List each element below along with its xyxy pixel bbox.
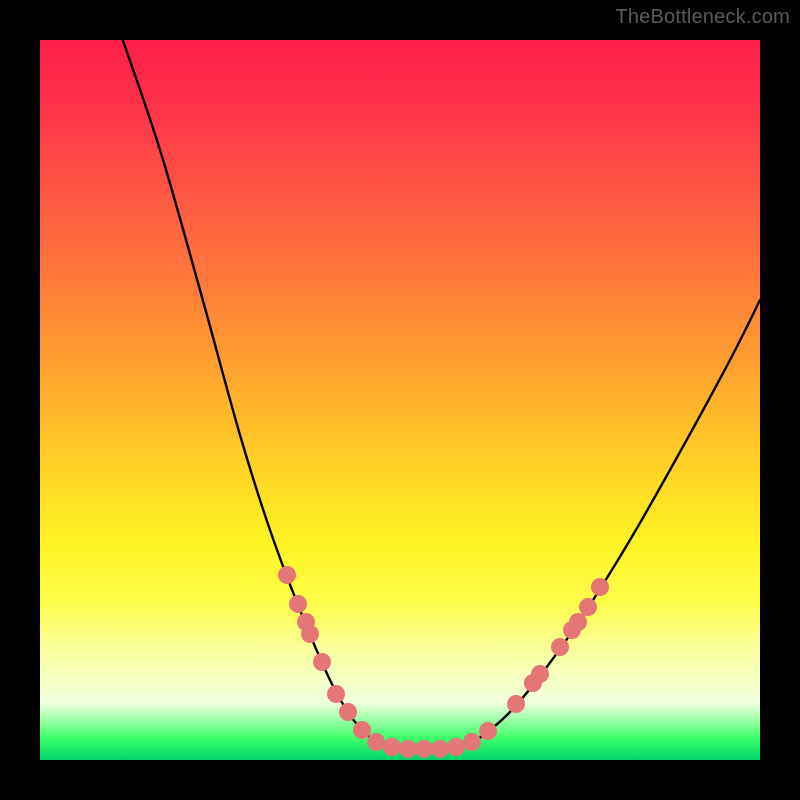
- data-point: [383, 738, 401, 756]
- data-point: [399, 740, 417, 758]
- data-point: [431, 740, 449, 758]
- v-curve-path: [120, 32, 760, 749]
- data-point: [415, 740, 433, 758]
- watermark-text: TheBottleneck.com: [615, 6, 790, 29]
- scatter-dots: [278, 566, 609, 758]
- data-point: [327, 685, 345, 703]
- data-point: [579, 598, 597, 616]
- data-point: [479, 722, 497, 740]
- data-point: [463, 733, 481, 751]
- data-point: [551, 638, 569, 656]
- data-point: [313, 653, 331, 671]
- data-point: [531, 665, 549, 683]
- data-point: [339, 703, 357, 721]
- data-point: [591, 578, 609, 596]
- data-point: [507, 695, 525, 713]
- data-point: [353, 721, 371, 739]
- chart-frame: TheBottleneck.com: [0, 0, 800, 800]
- plot-area: [40, 40, 760, 760]
- data-point: [289, 595, 307, 613]
- data-point: [447, 738, 465, 756]
- data-point: [301, 625, 319, 643]
- bottleneck-curve: [40, 40, 760, 760]
- data-point: [367, 733, 385, 751]
- data-point: [278, 566, 296, 584]
